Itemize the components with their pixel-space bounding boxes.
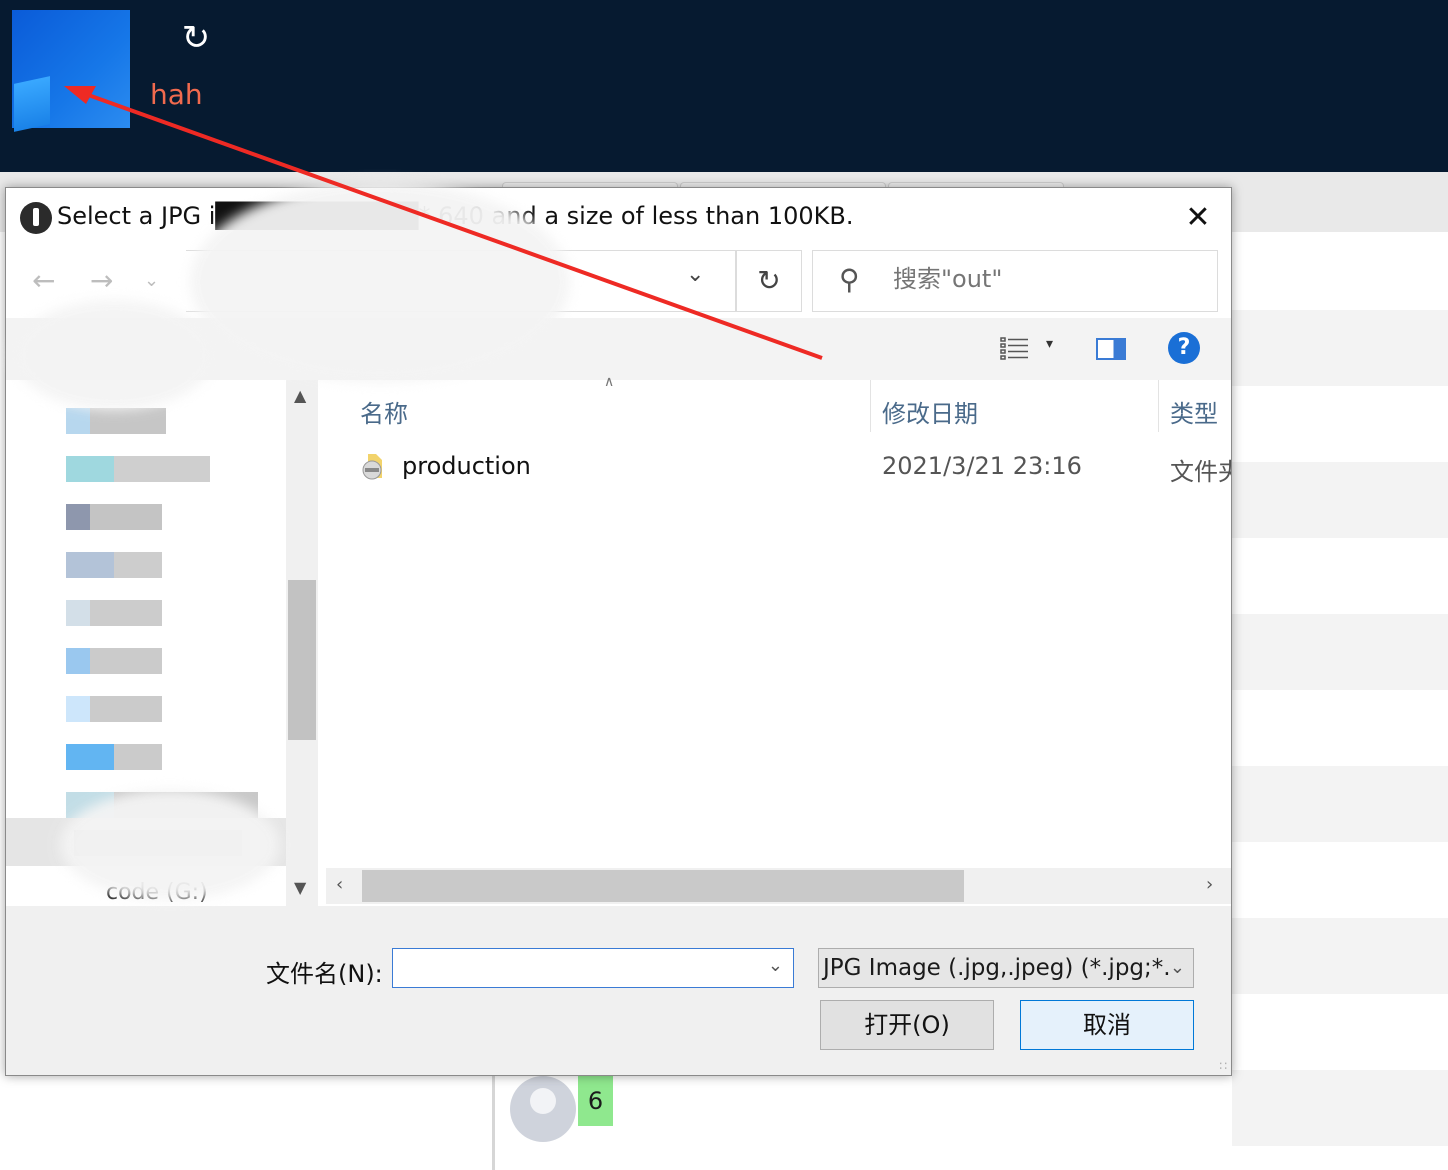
open-button[interactable]: 打开(O) <box>820 1000 994 1050</box>
refresh-location-button[interactable]: ↻ <box>736 250 802 312</box>
file-list: ∧ 名称 修改日期 类型 production 2021/3/21 23:16 … <box>326 374 1231 906</box>
filename-input[interactable]: ⌄ <box>392 948 794 988</box>
search-box[interactable]: ⚲ <box>812 250 1218 312</box>
nav-tree-item[interactable] <box>66 408 166 434</box>
filename-label: 文件名(N): <box>266 960 383 988</box>
background-list-row <box>1232 614 1448 690</box>
search-input[interactable] <box>893 265 1193 293</box>
search-icon: ⚲ <box>839 263 860 296</box>
plug-icon <box>20 202 52 234</box>
help-icon[interactable]: ? <box>1168 332 1200 364</box>
address-dropdown-icon[interactable]: ⌄ <box>686 262 704 287</box>
nav-tree-item[interactable] <box>66 456 210 482</box>
file-type-filter[interactable]: JPG Image (.jpg,.jpeg) (*.jpg;*. ⌄ <box>818 948 1194 988</box>
chevron-down-icon: ⌄ <box>1169 957 1185 978</box>
close-button[interactable]: ✕ <box>1174 196 1222 240</box>
scrollbar-thumb[interactable] <box>362 870 964 902</box>
sort-ascending-icon: ∧ <box>604 374 615 390</box>
preview-pane-icon[interactable] <box>1096 338 1126 360</box>
view-dropdown-icon[interactable]: ▾ <box>1046 336 1053 352</box>
scroll-down-icon[interactable]: ▼ <box>294 878 306 897</box>
background-list-row <box>1232 766 1448 842</box>
column-header-type[interactable]: 类型 <box>1170 394 1218 429</box>
background-list-row <box>1232 462 1448 538</box>
column-header-modified[interactable]: 修改日期 <box>882 394 978 429</box>
resize-grip-icon[interactable]: ∷ <box>1219 1059 1227 1073</box>
nav-vertical-scrollbar[interactable]: ▲ ▼ <box>286 380 318 906</box>
background-list-row <box>1232 310 1448 386</box>
nav-tree-item[interactable] <box>66 552 162 578</box>
nav-tree-item[interactable] <box>66 504 162 530</box>
column-divider[interactable] <box>870 380 871 432</box>
background-list-row <box>1232 918 1448 994</box>
scroll-right-icon[interactable]: › <box>1206 874 1213 895</box>
redaction-blur <box>60 790 280 900</box>
dialog-footer: 文件名(N): ⌄ JPG Image (.jpg,.jpeg) (*.jpg;… <box>6 906 1231 1075</box>
nav-tree-item[interactable] <box>66 744 162 770</box>
file-modified: 2021/3/21 23:16 <box>882 452 1082 480</box>
app-logo[interactable] <box>12 10 130 132</box>
app-header: ↻ hah <box>0 0 1448 172</box>
refresh-icon[interactable]: ↻ <box>176 18 216 58</box>
redaction-blur <box>190 182 570 382</box>
scroll-left-icon[interactable]: ‹ <box>336 874 343 895</box>
nav-tree-item[interactable] <box>66 648 162 674</box>
column-header-name[interactable]: 名称 <box>360 394 408 429</box>
view-options-icon[interactable] <box>1000 336 1030 362</box>
scroll-up-icon[interactable]: ▲ <box>294 386 306 405</box>
folder-icon <box>362 454 382 480</box>
dialog-titlebar: Select a JPG i███████████* 640 and a siz… <box>6 188 1231 246</box>
file-horizontal-scrollbar[interactable]: ‹ › <box>326 868 1231 904</box>
nav-tree-item[interactable] <box>66 696 162 722</box>
nav-tree-item[interactable] <box>66 600 162 626</box>
file-name[interactable]: production <box>402 452 531 480</box>
background-divider <box>492 1076 495 1170</box>
scrollbar-thumb[interactable] <box>288 580 316 740</box>
recent-locations-icon[interactable]: ⌄ <box>144 270 159 291</box>
redaction-blur <box>14 300 214 410</box>
app-name: hah <box>150 78 203 111</box>
background-list-row <box>1232 1070 1448 1146</box>
avatar[interactable] <box>510 1076 576 1142</box>
back-icon[interactable]: ← <box>32 264 55 297</box>
file-type: 文件夹 <box>1170 458 1231 486</box>
filename-dropdown-icon[interactable]: ⌄ <box>768 955 783 976</box>
forward-icon[interactable]: → <box>90 264 113 297</box>
count-badge: 6 <box>578 1076 613 1126</box>
cancel-button[interactable]: 取消 <box>1020 1000 1194 1050</box>
column-divider[interactable] <box>1158 380 1159 432</box>
window-pane-icon <box>14 76 50 132</box>
file-type-filter-value: JPG Image (.jpg,.jpeg) (*.jpg;*. <box>823 955 1171 981</box>
